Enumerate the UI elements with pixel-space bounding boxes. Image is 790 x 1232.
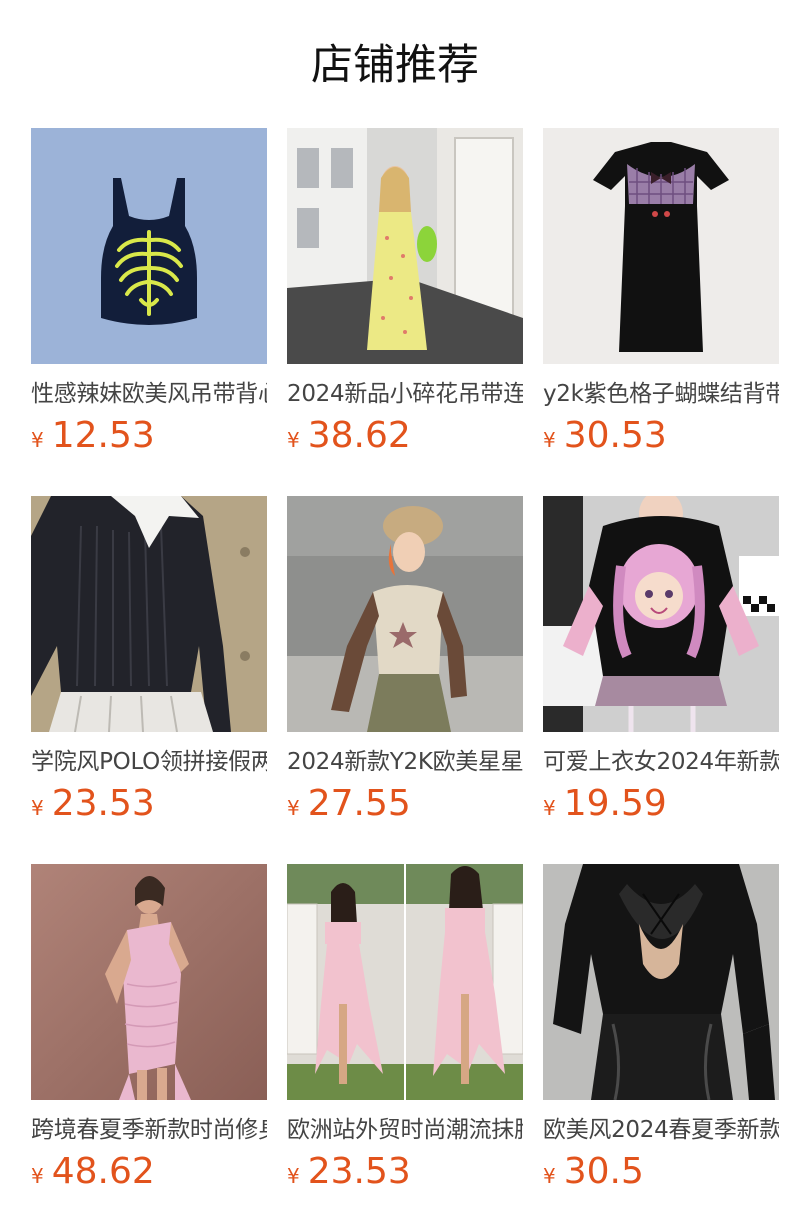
product-name[interactable]: 欧洲站外贸时尚潮流抹胸荷叶边长裙 — [287, 1114, 523, 1146]
product-name[interactable]: 欧美风2024春夏季新款镂空绑带上衣 — [543, 1114, 779, 1146]
product-card[interactable]: 学院风POLO领拼接假两件针织衫 ¥ 23.53 — [31, 496, 267, 824]
product-image[interactable] — [31, 128, 267, 364]
currency-symbol: ¥ — [287, 428, 300, 452]
product-price: ¥ 48.62 — [31, 1150, 155, 1194]
currency-symbol: ¥ — [31, 796, 44, 820]
price-value: 19.59 — [563, 783, 667, 824]
price-value: 30.5 — [563, 1151, 644, 1192]
product-price: ¥ 38.62 — [287, 414, 411, 458]
product-image[interactable] — [543, 128, 779, 364]
product-price: ¥ 30.5 — [543, 1150, 644, 1194]
price-value: 38.62 — [307, 415, 411, 456]
product-name[interactable]: y2k紫色格子蝴蝶结背带裙 — [543, 378, 779, 410]
product-card[interactable]: y2k紫色格子蝴蝶结背带裙 ¥ 30.53 — [543, 128, 779, 456]
product-name[interactable]: 跨境春夏季新款时尚修身连衣裙 — [31, 1114, 267, 1146]
product-card[interactable]: 可爱上衣女2024年新款动漫印花T恤 ¥ 19.59 — [543, 496, 779, 824]
product-image[interactable] — [287, 496, 523, 732]
product-name[interactable]: 性感辣妹欧美风吊带背心 — [31, 378, 267, 410]
product-name[interactable]: 2024新品小碎花吊带连衣裙 — [287, 378, 523, 410]
currency-symbol: ¥ — [543, 796, 556, 820]
currency-symbol: ¥ — [31, 428, 44, 452]
currency-symbol: ¥ — [543, 1164, 556, 1188]
currency-symbol: ¥ — [287, 796, 300, 820]
currency-symbol: ¥ — [31, 1164, 44, 1188]
product-grid: 性感辣妹欧美风吊带背心 ¥ 12.53 2024新品小碎花吊带连 ¥ 38.62… — [31, 128, 790, 1192]
product-price: ¥ 12.53 — [31, 414, 155, 458]
product-price: ¥ 27.55 — [287, 782, 411, 826]
price-value: 23.53 — [51, 783, 155, 824]
product-image[interactable] — [543, 864, 779, 1100]
product-name[interactable]: 学院风POLO领拼接假两件针织衫 — [31, 746, 267, 778]
product-card[interactable]: 2024新款Y2K欧美星星拼色长袖T恤 ¥ 27.55 — [287, 496, 523, 824]
product-image[interactable] — [543, 496, 779, 732]
product-image[interactable] — [31, 496, 267, 732]
product-card[interactable]: 2024新品小碎花吊带连衣裙 ¥ 38.62 — [287, 128, 523, 456]
product-name[interactable]: 2024新款Y2K欧美星星拼色长袖T恤 — [287, 746, 523, 778]
product-card[interactable]: 性感辣妹欧美风吊带背心 ¥ 12.53 — [31, 128, 267, 456]
product-price: ¥ 23.53 — [31, 782, 155, 826]
price-value: 30.53 — [563, 415, 667, 456]
price-value: 27.55 — [307, 783, 411, 824]
product-card[interactable]: 跨境春夏季新款时尚修身连衣裙 ¥ 48.62 — [31, 864, 267, 1192]
product-price: ¥ 30.53 — [543, 414, 667, 458]
product-image[interactable] — [287, 128, 523, 364]
product-price: ¥ 19.59 — [543, 782, 667, 826]
price-value: 23.53 — [307, 1151, 411, 1192]
product-image[interactable] — [31, 864, 267, 1100]
product-card[interactable]: 欧美风2024春夏季新款镂空绑带上衣 ¥ 30.5 — [543, 864, 779, 1192]
price-value: 12.53 — [51, 415, 155, 456]
product-price: ¥ 23.53 — [287, 1150, 411, 1194]
price-value: 48.62 — [51, 1151, 155, 1192]
product-card[interactable]: 欧洲站外贸时尚潮流抹胸荷叶边长裙 ¥ 23.53 — [287, 864, 523, 1192]
currency-symbol: ¥ — [543, 428, 556, 452]
currency-symbol: ¥ — [287, 1164, 300, 1188]
product-image[interactable] — [287, 864, 523, 1100]
product-name[interactable]: 可爱上衣女2024年新款动漫印花T恤 — [543, 746, 779, 778]
page-title: 店铺推荐 — [310, 40, 479, 89]
